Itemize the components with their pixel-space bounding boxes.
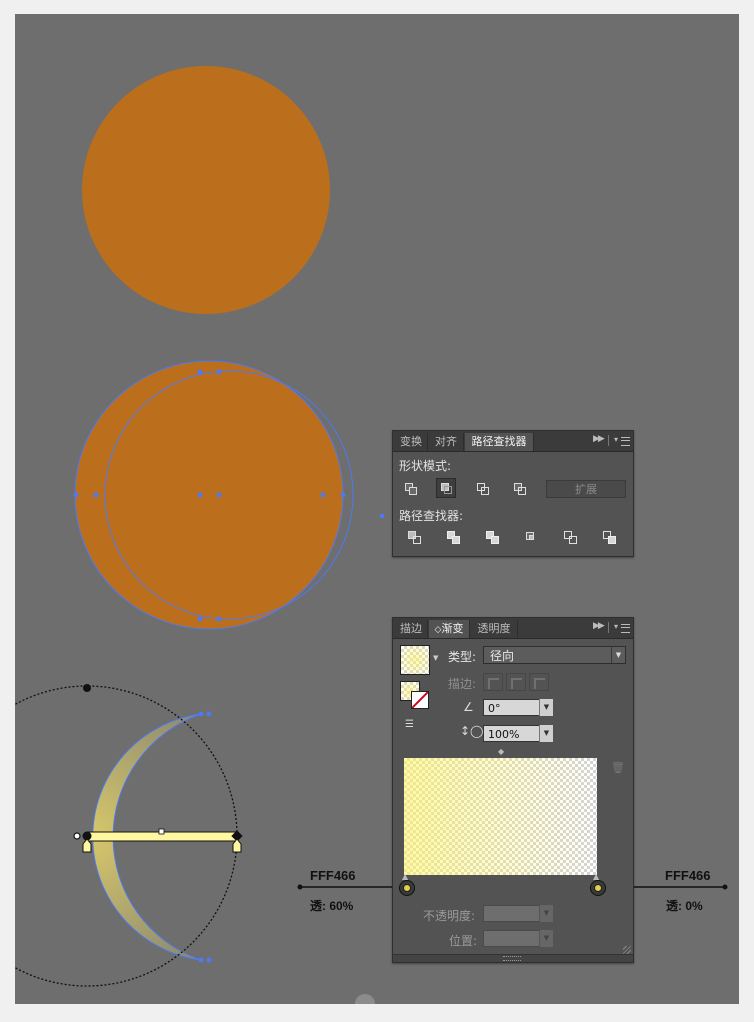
- pathfinders-label: 路径查找器:: [399, 509, 464, 523]
- type-label: 类型:: [448, 650, 477, 664]
- left-stop-opacity-annotation: 透: 60%: [310, 899, 354, 913]
- stroke-gradient-options: [483, 673, 551, 691]
- gradient-tabbar: 描边 ◇渐变 透明度 ▶▶ ▾: [393, 618, 633, 639]
- gradient-swatch[interactable]: [400, 645, 430, 675]
- aspect-ratio-field[interactable]: 100% ▼: [483, 725, 553, 742]
- delete-stop-icon[interactable]: 🗑: [611, 761, 625, 774]
- tab-transform[interactable]: 变换: [395, 433, 428, 451]
- aspect-ratio-icon: ↕◯: [460, 724, 484, 738]
- trim-icon[interactable]: [444, 528, 464, 548]
- tab-stroke[interactable]: 描边: [395, 620, 428, 638]
- left-stop-color-annotation: FFF466: [310, 868, 356, 883]
- panel-menu-caret-icon[interactable]: ▾: [614, 622, 618, 631]
- location-label: 位置:: [449, 934, 478, 948]
- unite-icon[interactable]: [401, 479, 421, 499]
- selected-circles[interactable]: [74, 360, 354, 630]
- gradient-panel[interactable]: 描边 ◇渐变 透明度 ▶▶ ▾ ▼ ☰ 类型: 径向 ▼ 描边: ∠ 0° ▼ …: [392, 617, 634, 963]
- reverse-gradient-icon[interactable]: ☰: [405, 719, 414, 730]
- right-stop-opacity-annotation: 透: 0%: [666, 899, 703, 913]
- panel-menu-icon[interactable]: [621, 624, 630, 633]
- gradient-stop-left[interactable]: [399, 880, 415, 896]
- tab-align[interactable]: 对齐: [429, 433, 464, 451]
- stroke-none-swatch[interactable]: [411, 691, 429, 709]
- swatch-dropdown-icon[interactable]: ▼: [433, 654, 438, 662]
- collapse-arrows-icon[interactable]: ▶▶: [593, 621, 605, 631]
- gradient-stop-right[interactable]: [590, 880, 606, 896]
- corner-resize-icon[interactable]: [623, 946, 631, 954]
- stop-right-caret-icon: ▲: [593, 872, 600, 881]
- minus-back-icon[interactable]: [600, 528, 620, 548]
- exclude-icon[interactable]: [510, 479, 530, 499]
- stop-left-caret-icon: ▲: [402, 872, 409, 881]
- midpoint-diamond-icon[interactable]: ◆: [498, 747, 504, 756]
- plain-circle[interactable]: [82, 66, 330, 314]
- pathfinder-tabbar: 变换 对齐 路径查找器 ▶▶ ▾: [393, 431, 633, 452]
- crop-icon[interactable]: [522, 528, 542, 548]
- collapse-arrows-icon[interactable]: ▶▶: [593, 434, 605, 444]
- resize-grip-icon[interactable]: [503, 956, 521, 961]
- tab-transparency[interactable]: 透明度: [471, 620, 518, 638]
- pathfinder-panel[interactable]: 变换 对齐 路径查找器 ▶▶ ▾ 形状模式: 扩展 路径查找器:: [392, 430, 634, 557]
- tab-gradient[interactable]: ◇渐变: [429, 620, 470, 638]
- panel-menu-icon[interactable]: [621, 437, 630, 446]
- tab-pathfinder[interactable]: 路径查找器: [465, 433, 534, 451]
- stroke-label: 描边:: [448, 677, 477, 691]
- gradient-type-select[interactable]: 径向 ▼: [483, 646, 626, 664]
- outline-icon[interactable]: [561, 528, 581, 548]
- expand-button[interactable]: 扩展: [546, 480, 626, 498]
- shape-modes-label: 形状模式:: [399, 459, 452, 473]
- panel-menu-caret-icon[interactable]: ▾: [614, 435, 618, 444]
- opacity-label: 不透明度:: [423, 909, 476, 923]
- opacity-field[interactable]: ▼: [483, 905, 553, 922]
- intersect-icon[interactable]: [473, 479, 493, 499]
- minus-front-icon[interactable]: [436, 478, 456, 498]
- gradient-slider[interactable]: [404, 758, 597, 875]
- angle-icon: ∠: [463, 700, 474, 714]
- gradient-radius-handle[interactable]: [83, 684, 91, 692]
- location-field[interactable]: ▼: [483, 930, 553, 947]
- right-stop-color-annotation: FFF466: [665, 868, 711, 883]
- angle-field[interactable]: 0° ▼: [483, 699, 553, 716]
- merge-icon[interactable]: [483, 528, 503, 548]
- divide-icon[interactable]: [405, 528, 425, 548]
